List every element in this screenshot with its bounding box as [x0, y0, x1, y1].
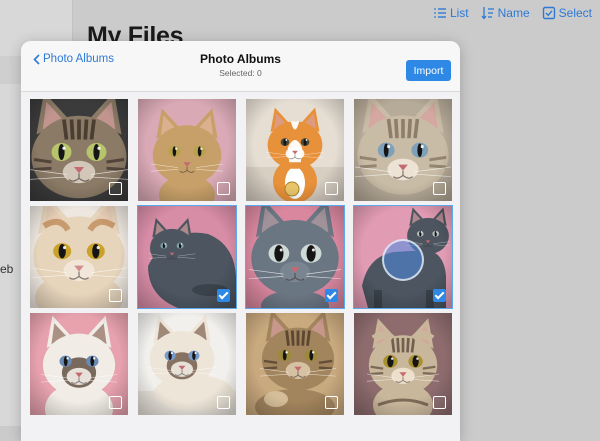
background-toolbar: List Name Select — [433, 6, 592, 20]
photo-thumbnail[interactable] — [354, 313, 452, 415]
sort-name-button[interactable]: Name — [481, 6, 530, 20]
checkbox-icon — [542, 6, 555, 20]
header-center: Photo Albums Selected: 0 — [21, 52, 460, 78]
photo-thumbnail[interactable] — [138, 313, 236, 415]
list-icon — [434, 8, 446, 18]
sort-icon — [481, 7, 494, 20]
checkbox[interactable] — [217, 182, 230, 195]
checkbox-checked[interactable] — [325, 289, 338, 302]
checkbox[interactable] — [325, 396, 338, 409]
sidebar-partial-text: eb — [0, 262, 14, 276]
photo-thumbnail[interactable] — [354, 99, 452, 201]
checkbox[interactable] — [109, 289, 122, 302]
photo-grid — [30, 99, 453, 415]
checkbox[interactable] — [433, 396, 446, 409]
list-view-label: List — [449, 6, 469, 20]
photo-thumbnail[interactable] — [245, 205, 345, 309]
photo-thumbnail[interactable] — [246, 99, 344, 201]
checkbox[interactable] — [109, 182, 122, 195]
selection-count: Selected: 0 — [219, 68, 262, 78]
import-button[interactable]: Import — [406, 60, 451, 81]
modal-header: Photo Albums Photo Albums Selected: 0 Im… — [21, 41, 460, 92]
photo-thumbnail[interactable] — [30, 313, 128, 415]
checkbox[interactable] — [109, 396, 122, 409]
select-button[interactable]: Select — [542, 6, 592, 20]
sort-name-label: Name — [497, 6, 530, 20]
checkbox[interactable] — [217, 396, 230, 409]
photo-picker-modal: Photo Albums Photo Albums Selected: 0 Im… — [21, 41, 460, 441]
checkbox-checked[interactable] — [433, 289, 446, 302]
photo-thumbnail[interactable] — [137, 205, 237, 309]
checkbox-checked[interactable] — [217, 289, 230, 302]
list-view-button[interactable]: List — [433, 6, 469, 20]
checkbox[interactable] — [325, 182, 338, 195]
photo-thumbnail[interactable] — [138, 99, 236, 201]
select-label: Select — [558, 6, 592, 20]
photo-thumbnail[interactable] — [353, 205, 453, 309]
modal-title: Photo Albums — [200, 52, 281, 66]
photo-thumbnail[interactable] — [246, 313, 344, 415]
checkbox[interactable] — [433, 182, 446, 195]
photo-thumbnail[interactable] — [30, 206, 128, 308]
photo-thumbnail[interactable] — [30, 99, 128, 201]
